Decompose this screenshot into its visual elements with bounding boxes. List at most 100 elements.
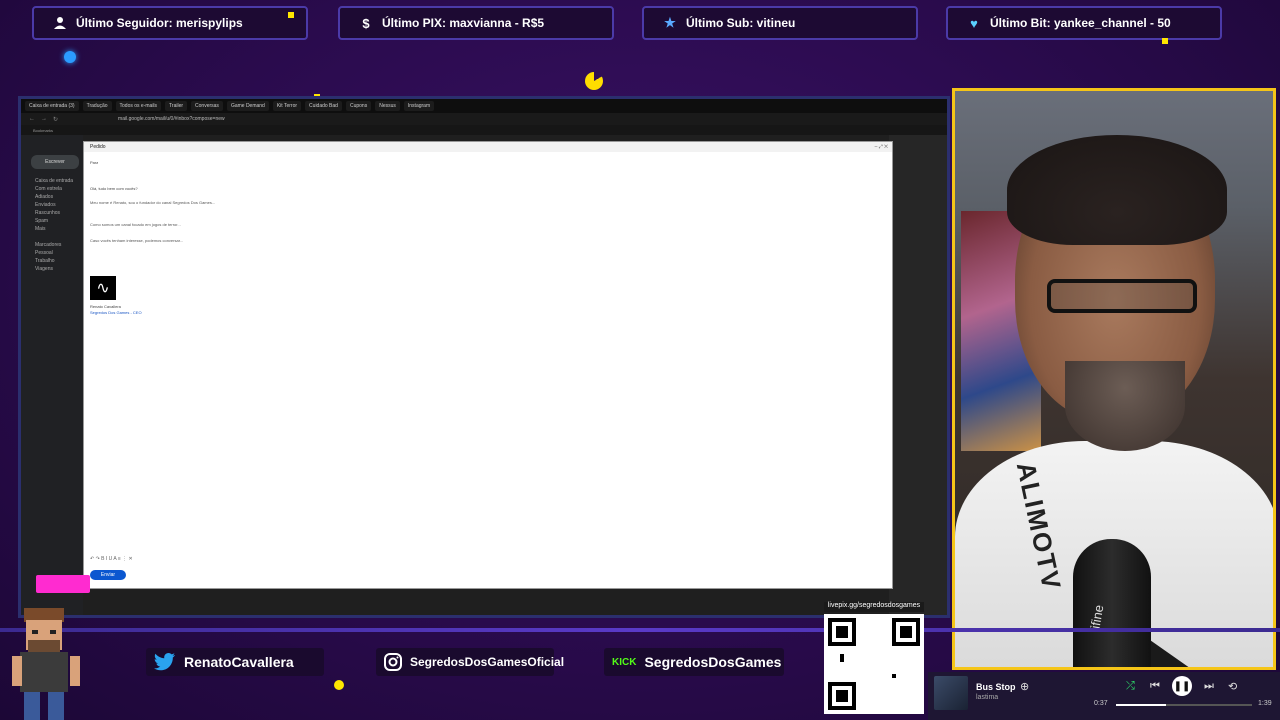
pacman-decoration [585, 72, 603, 90]
instagram-handle-text: SegredosDosGamesOficial [410, 655, 565, 669]
track-title: Bus Stop [976, 682, 1016, 692]
album-art [934, 676, 968, 710]
microphone [1073, 539, 1151, 667]
label-item[interactable]: Viagens [35, 265, 73, 273]
folder-item[interactable]: Mais [35, 225, 73, 233]
overlay-divider [0, 628, 1280, 632]
pixel-badge [36, 575, 90, 593]
user-icon [52, 15, 68, 31]
repeat-icon[interactable]: ⟲ [1228, 680, 1237, 693]
pixel-dot [1162, 38, 1168, 44]
body-paragraph[interactable]: Meu nome é Renato, sou o fundador do can… [90, 200, 886, 205]
webcam-feed: ALIMOTV fifine [952, 88, 1276, 670]
browser-tab[interactable]: Game Demand [226, 101, 269, 111]
bookmarks-bar: Bookmarks [21, 125, 947, 135]
kick-handle[interactable]: KICK SegredosDosGames [604, 648, 784, 676]
instagram-handle[interactable]: SegredosDosGamesOficial [376, 648, 564, 676]
bookmarks-label[interactable]: Bookmarks [33, 128, 53, 133]
pixel-character [12, 608, 80, 720]
shuffle-icon[interactable]: ⤮ [1126, 680, 1135, 693]
browser-tab[interactable]: Kit Terror [272, 101, 302, 111]
signature-logo: ∿ [90, 276, 116, 300]
previous-icon[interactable]: ⏮ [1150, 680, 1160, 693]
pixel-dot [334, 680, 344, 690]
add-icon[interactable]: ⊕ [1020, 680, 1029, 693]
browser-tab[interactable]: Nessus [375, 101, 400, 111]
body-paragraph[interactable]: Caso vocês tenham interesse, podemos con… [90, 238, 886, 243]
reload-icon[interactable]: ↻ [53, 116, 58, 123]
signature-text: Renato Cavallera Segredos Dos Games - CE… [90, 304, 142, 316]
compose-button[interactable]: Escrever [31, 155, 79, 169]
send-label: Enviar [100, 572, 116, 578]
top-alert-bar: Último Seguidor: merispylips $ Último PI… [0, 0, 1280, 48]
track-artist: lastima [976, 694, 999, 701]
glasses [1047, 279, 1197, 313]
to-field[interactable]: Para [90, 160, 98, 165]
last-pix-text: Último PIX: maxvianna - R$5 [382, 16, 545, 30]
twitter-handle[interactable]: RenatoCavallera [146, 648, 324, 676]
browser-tab[interactable]: Instagram [403, 101, 435, 111]
browser-tab[interactable]: Conversas [191, 101, 223, 111]
twitter-bird-icon [154, 653, 176, 671]
blue-orb-decoration [64, 51, 76, 63]
gmail-app: Escrever Caixa de entrada Com estrela Adia… [21, 135, 947, 615]
beard [1065, 361, 1185, 451]
pixel-dot [288, 12, 294, 18]
gmail-right-panel [889, 135, 947, 615]
pause-icon[interactable]: ❚❚ [1172, 676, 1192, 696]
livepix-qr-code[interactable] [824, 614, 924, 714]
browser-tab[interactable]: Tradução [82, 101, 112, 111]
progress-bar[interactable] [1116, 704, 1252, 706]
gmail-sidebar: Escrever Caixa de entrada Com estrela Adia… [21, 135, 83, 615]
progress-fill [1116, 704, 1167, 706]
browser-tab[interactable]: Caixa de entrada (3) [25, 101, 79, 111]
window-controls[interactable]: – ⤢ ✕ [875, 142, 888, 152]
star-icon: ★ [664, 15, 676, 30]
label-item[interactable]: Pessoal [35, 249, 73, 257]
compose-label: Escrever [45, 159, 65, 165]
folder-item[interactable]: Enviados [35, 201, 73, 209]
browser-tab[interactable]: Trailer [165, 101, 188, 111]
folder-item[interactable]: Rascunhos [35, 209, 73, 217]
back-arrow-icon[interactable]: ← [29, 116, 35, 122]
folder-item[interactable]: Caixa de entrada [35, 177, 73, 185]
instagram-icon [384, 653, 402, 671]
body-paragraph[interactable]: Como somos um canal focado em jogos de t… [90, 222, 886, 227]
compose-title-bar: Pedido – ⤢ ✕ [84, 142, 892, 152]
address-bar[interactable]: ← → ↻ mail.google.com/mail/u/0/#inbox?co… [21, 113, 947, 125]
browser-capture: Caixa de entrada (3) Tradução Todos os e-m… [18, 96, 950, 618]
total-time: 1:39 [1258, 700, 1272, 707]
browser-tab[interactable]: Cupons [345, 101, 372, 111]
folder-item[interactable]: Adiados [35, 193, 73, 201]
forward-arrow-icon[interactable]: → [41, 116, 47, 122]
last-sub-text: Último Sub: vitineu [686, 16, 796, 30]
twitter-handle-text: RenatoCavallera [184, 654, 294, 670]
kick-logo-icon: KICK [612, 656, 637, 668]
heart-icon: ♥ [970, 15, 978, 31]
browser-tab-strip: Caixa de entrada (3) Tradução Todos os e-m… [21, 99, 947, 113]
greeting-line: Olá, tudo bem com vocês? [90, 186, 138, 191]
folder-item[interactable]: Spam [35, 217, 73, 225]
kick-handle-text: SegredosDosGames [644, 654, 782, 670]
browser-tab[interactable]: Todos os e-mails [115, 101, 162, 111]
folder-item[interactable]: Com estrela [35, 185, 73, 193]
send-button[interactable]: Enviar [90, 570, 126, 580]
streamer-hair [1007, 135, 1227, 245]
label-item[interactable]: Trabalho [35, 257, 73, 265]
folder-list: Caixa de entrada Com estrela Adiados Enviad… [35, 177, 73, 273]
last-follower-text: Último Seguidor: merispylips [76, 16, 243, 30]
signature-role: Segredos Dos Games - CEO [90, 310, 142, 315]
compose-title: Pedido [90, 144, 106, 150]
last-bit-box: ♥ Último Bit: yankee_channel - 50 [946, 6, 1222, 40]
qr-label: livepix.gg/segredosdosgames [824, 602, 924, 612]
format-toolbar[interactable]: ↶ ↷ B I U A ≡ ⋮ ✕ [90, 556, 133, 562]
next-icon[interactable]: ⏭ [1204, 680, 1214, 693]
last-follower-box: Último Seguidor: merispylips [32, 6, 308, 40]
last-bit-text: Último Bit: yankee_channel - 50 [990, 16, 1171, 30]
browser-tab[interactable]: Cuidado Bad [305, 101, 342, 111]
last-sub-box: ★ Último Sub: vitineu [642, 6, 918, 40]
music-player: Bus Stop lastima ⊕ ⤮ ⏮ ❚❚ ⏭ ⟲ 0:37 1:39 [928, 672, 1280, 720]
labels-header: Marcadores [35, 242, 62, 248]
url-text[interactable]: mail.google.com/mail/u/0/#inbox?compose=… [118, 116, 225, 122]
dollar-icon: $ [362, 15, 370, 31]
